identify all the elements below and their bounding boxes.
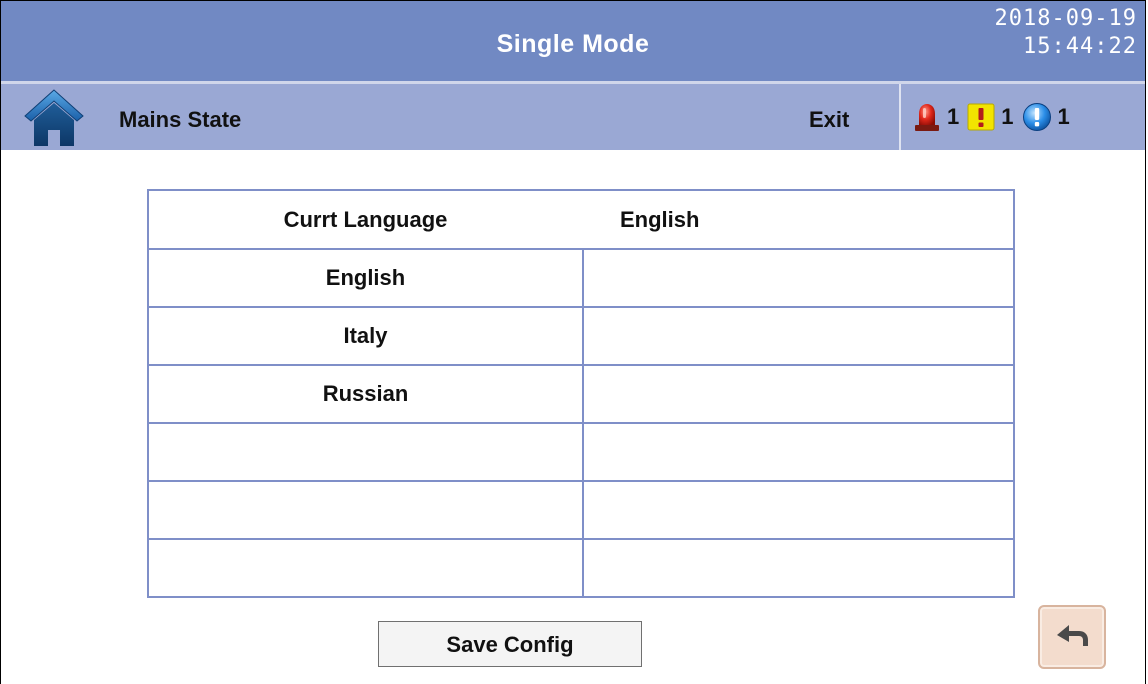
back-arrow-icon	[1057, 625, 1088, 646]
language-option-select[interactable]	[582, 424, 1013, 480]
table-header-row: Currt Language English	[149, 191, 1013, 250]
language-option-label	[149, 482, 582, 538]
home-button[interactable]	[23, 88, 85, 148]
status-bar: Mains State Exit 1 1 1	[1, 84, 1145, 150]
warning-exclamation-icon	[967, 103, 995, 131]
back-button[interactable]	[1038, 605, 1106, 669]
table-row	[149, 540, 1013, 596]
info-indicator[interactable]: 1	[1022, 102, 1070, 132]
hmi-screen: Single Mode 2018-09-19 15:44:22 Mains St…	[0, 0, 1146, 684]
language-option-select[interactable]	[582, 308, 1013, 364]
current-language-label: Currt Language	[283, 206, 448, 232]
save-config-button[interactable]: Save Config	[378, 621, 642, 667]
language-option-label: Russian	[322, 381, 409, 406]
title-bar: Single Mode 2018-09-19 15:44:22	[1, 1, 1145, 81]
warning-count: 1	[1001, 104, 1014, 129]
date-text: 2018-09-19	[994, 6, 1137, 31]
exit-button[interactable]: Exit	[809, 84, 849, 150]
language-table: Currt Language English English Italy Rus…	[147, 189, 1015, 598]
info-count: 1	[1057, 104, 1070, 129]
critical-alarm-count: 1	[947, 104, 960, 129]
siren-alarm-icon	[915, 104, 939, 131]
language-option-label	[149, 540, 582, 596]
home-icon	[24, 89, 84, 146]
time-text: 15:44:22	[1023, 34, 1137, 59]
status-divider	[899, 84, 901, 150]
language-option-select[interactable]	[582, 540, 1013, 596]
language-option-select[interactable]	[582, 482, 1013, 538]
language-option-select[interactable]	[582, 250, 1013, 306]
table-row: Italy	[149, 308, 1013, 366]
language-option-label	[149, 424, 582, 480]
table-row: English	[149, 250, 1013, 308]
info-exclamation-icon	[1022, 103, 1051, 131]
section-label: Mains State	[119, 107, 242, 132]
language-option-label: Italy	[343, 323, 388, 348]
table-row	[149, 482, 1013, 540]
table-row	[149, 424, 1013, 482]
table-row: Russian	[149, 366, 1013, 424]
warning-indicator[interactable]: 1	[967, 102, 1014, 132]
current-language-value: English	[620, 206, 700, 232]
alarm-indicators: 1 1 1	[913, 84, 1070, 150]
language-option-label: English	[325, 265, 406, 290]
critical-alarm-indicator[interactable]: 1	[913, 102, 959, 132]
datetime-display: 2018-09-19 15:44:22	[967, 5, 1137, 61]
language-option-select[interactable]	[582, 366, 1013, 422]
